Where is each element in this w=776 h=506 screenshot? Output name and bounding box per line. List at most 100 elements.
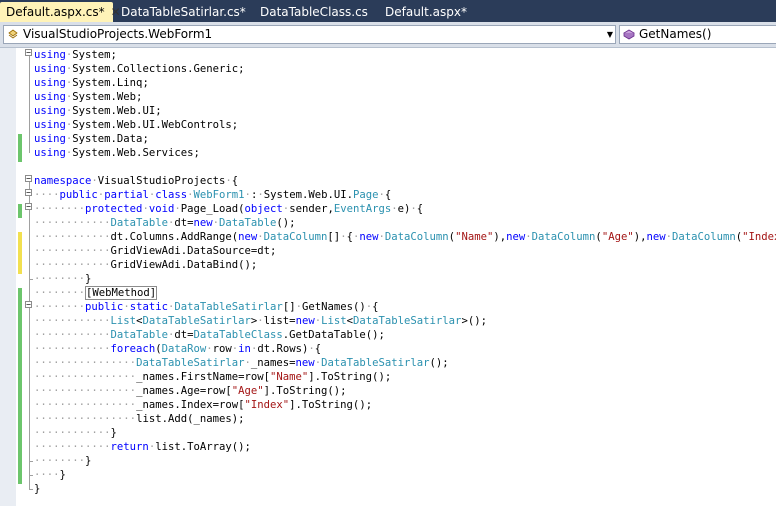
collapse-getnames-toggle[interactable]: − [25, 301, 32, 309]
code-token: } [85, 273, 92, 285]
whitespace-marker: ················ [34, 357, 137, 369]
keyword-token: new [193, 217, 213, 229]
tab-default-aspx-cs[interactable]: Default.aspx.cs* ✕ [0, 2, 121, 22]
whitespace-marker: ········ [34, 273, 86, 285]
code-line[interactable]: using·System.Web.UI; [34, 104, 776, 118]
code-line[interactable]: ············List<DataTableSatirlar>·list… [34, 314, 776, 328]
saved-change-marker [18, 134, 22, 162]
keyword-token: using [34, 49, 66, 61]
code-line[interactable]: using·System.Data; [34, 132, 776, 146]
type-token: DataTableClass [193, 329, 283, 341]
string-token: "Name" [270, 371, 309, 383]
code-line[interactable]: using·System.Web; [34, 90, 776, 104]
code-line[interactable]: ········} [34, 454, 776, 468]
type-token: DataTable [219, 217, 277, 229]
code-line[interactable]: using·System.Web.UI.WebControls; [34, 118, 776, 132]
whitespace-marker: ················ [34, 385, 137, 397]
code-token: } [59, 469, 66, 481]
code-line[interactable]: ················list.Add(_names); [34, 412, 776, 426]
code-line[interactable]: namespace·VisualStudioProjects·{ [34, 174, 776, 188]
type-token: DataTableSatirlar [321, 357, 430, 369]
code-token: _names.Age=row[ [136, 385, 232, 397]
code-token: e) [397, 203, 411, 215]
keyword-token: protected [85, 203, 143, 215]
tab-default-aspx[interactable]: Default.aspx* [373, 2, 493, 22]
code-line[interactable]: ············dt.Columns.AddRange(new·Data… [34, 230, 776, 244]
code-token: _names.Index=row[ [136, 399, 245, 411]
code-line[interactable]: ················_names.Index=row["Index"… [34, 398, 776, 412]
whitespace-marker: ············ [34, 343, 111, 355]
tab-datatablesatirlar-cs[interactable]: DataTableSatirlar.cs* [113, 2, 248, 22]
type-token: DataTable [110, 217, 168, 229]
code-line[interactable]: ········[WebMethod] [34, 286, 776, 300]
whitespace-marker: ········ [34, 455, 86, 467]
code-line[interactable]: ················_names.FirstName=row["Na… [34, 370, 776, 384]
code-line[interactable]: } [34, 482, 776, 496]
collapse-page-load-toggle[interactable]: − [25, 203, 32, 211]
whitespace-marker: ············ [34, 427, 111, 439]
code-token: GridViewAdi.DataSource=dt; [110, 245, 277, 257]
keyword-token: new [359, 231, 379, 243]
code-editor[interactable]: − − − − − using·System; using·System.Coll… [0, 48, 776, 506]
string-token: "Index" [244, 399, 290, 411]
code-token: Page_Load( [180, 203, 245, 215]
code-token: System.Web.UI.WebControls; [72, 119, 239, 131]
code-token: list.ToArray(); [155, 441, 251, 453]
member-dropdown[interactable]: GetNames() [619, 25, 776, 44]
code-line[interactable]: ············} [34, 426, 776, 440]
whitespace-marker: ················ [34, 399, 137, 411]
type-token: WebForm1 [193, 189, 245, 201]
collapse-class-toggle[interactable]: − [25, 189, 32, 197]
code-token: ].ToString(); [289, 399, 373, 411]
collapse-namespace-toggle[interactable]: − [25, 175, 32, 183]
type-token: DataTableSatirlar [136, 357, 245, 369]
code-line[interactable]: ············GridViewAdi.DataBind(); [34, 258, 776, 272]
code-line[interactable]: using·System.Collections.Generic; [34, 62, 776, 76]
code-line[interactable]: ········} [34, 272, 776, 286]
code-line[interactable]: using·System.Web.Services; [34, 146, 776, 160]
whitespace-marker: ········ [34, 287, 86, 299]
code-line[interactable]: using·System; [34, 48, 776, 62]
outline-end-marker [29, 461, 33, 462]
class-icon [8, 29, 18, 39]
keyword-token: using [34, 91, 66, 103]
whitespace-marker: ············ [34, 329, 111, 341]
document-tab-strip: Default.aspx.cs* ✕ DataTableSatirlar.cs*… [0, 0, 776, 22]
whitespace-marker: ············ [34, 231, 111, 243]
string-token: "Name" [455, 231, 494, 243]
code-line[interactable]: ········protected·void·Page_Load(object·… [34, 202, 776, 216]
code-token: >(); [461, 315, 487, 327]
code-line[interactable]: ················DataTableSatirlar·_names… [34, 356, 776, 370]
collapse-usings-toggle[interactable]: − [25, 49, 32, 57]
keyword-token: using [34, 119, 66, 131]
code-token: .GetDataTable(); [282, 329, 385, 341]
type-dropdown[interactable]: VisualStudioProjects.WebForm1 ▼ [3, 25, 616, 44]
code-line[interactable] [34, 160, 776, 174]
keyword-token: partial [104, 189, 149, 201]
whitespace-marker: ················ [34, 371, 137, 383]
code-line[interactable]: ············foreach(DataRow·row·in·dt.Ro… [34, 342, 776, 356]
type-token: DataColumn [672, 231, 736, 243]
code-line[interactable]: ············GridViewAdi.DataSource=dt; [34, 244, 776, 258]
code-line[interactable]: ····} [34, 468, 776, 482]
code-token: ), [493, 231, 507, 243]
code-token: ].ToString(); [308, 371, 392, 383]
whitespace-marker: ············ [34, 245, 111, 257]
code-token: System.Web; [72, 91, 143, 103]
code-line[interactable]: ····public·partial·class·WebForm1·:·Syst… [34, 188, 776, 202]
keyword-token: using [34, 147, 66, 159]
code-line[interactable]: using·System.Linq; [34, 76, 776, 90]
code-text[interactable]: using·System; using·System.Collections.Ge… [34, 48, 776, 496]
code-token: { [416, 203, 424, 215]
tab-datatableclass-cs[interactable]: DataTableClass.cs [248, 2, 373, 22]
outline-end-marker [29, 279, 33, 280]
whitespace-marker: ············ [34, 441, 111, 453]
code-line[interactable]: ········public·static·DataTableSatirlar[… [34, 300, 776, 314]
code-line[interactable]: ············DataTable·dt=new·DataTable()… [34, 216, 776, 230]
code-line[interactable]: ············DataTable·dt=DataTableClass.… [34, 328, 776, 342]
code-line[interactable]: ············return·list.ToArray(); [34, 440, 776, 454]
code-line[interactable]: ················_names.Age=row["Age"].To… [34, 384, 776, 398]
chevron-down-icon[interactable]: ▼ [607, 26, 613, 43]
keyword-token: new [295, 357, 315, 369]
change-tracking-bar [18, 48, 24, 506]
